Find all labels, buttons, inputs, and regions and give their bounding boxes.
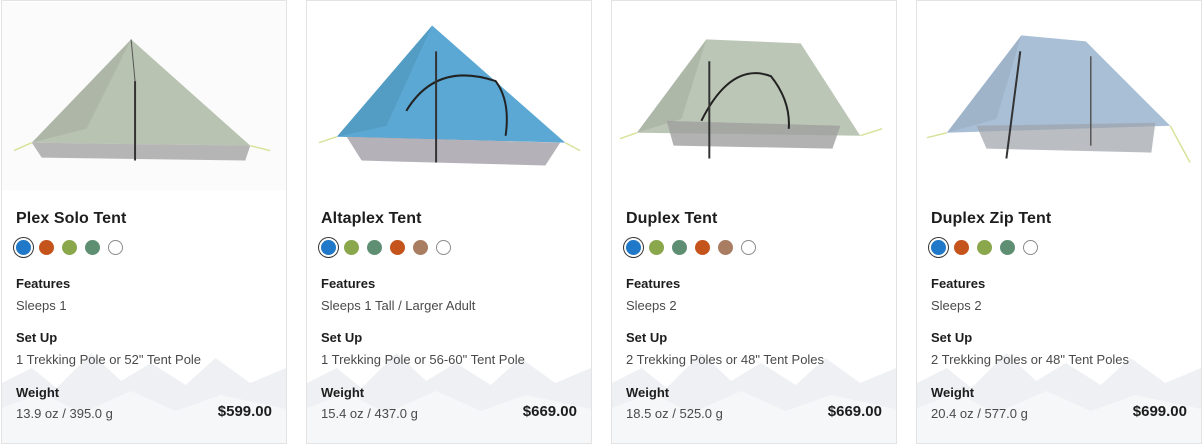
product-title[interactable]: Plex Solo Tent <box>16 210 126 228</box>
color-swatches <box>626 240 756 255</box>
color-swatch-white[interactable] <box>1023 240 1038 255</box>
price: $599.00 <box>217 403 272 420</box>
price: $669.00 <box>522 403 577 420</box>
weight-label: Weight <box>16 385 60 400</box>
weight-value: 20.4 oz / 577.0 g <box>931 406 1028 421</box>
color-swatch-orange[interactable] <box>954 240 969 255</box>
features-label: Features <box>16 276 71 291</box>
features-value: Sleeps 1 <box>16 298 67 313</box>
price: $699.00 <box>1132 403 1187 420</box>
color-swatches <box>16 240 123 255</box>
tent-product-image[interactable] <box>2 1 286 191</box>
product-card[interactable]: Plex Solo Tent Features Sleeps 1 Set Up … <box>1 0 287 444</box>
color-swatch-green[interactable] <box>85 240 100 255</box>
setup-value: 2 Trekking Poles or 48" Tent Poles <box>626 352 825 367</box>
setup-label: Set Up <box>16 330 58 345</box>
color-swatch-olive[interactable] <box>344 240 359 255</box>
price: $669.00 <box>827 403 882 420</box>
product-card[interactable]: Duplex Tent Features Sleeps 2 Set Up 2 T… <box>611 0 897 444</box>
color-swatch-orange[interactable] <box>390 240 405 255</box>
color-swatch-green[interactable] <box>1000 240 1015 255</box>
setup-label: Set Up <box>321 330 363 345</box>
color-swatches <box>321 240 451 255</box>
color-swatch-tan[interactable] <box>718 240 733 255</box>
tent-product-image[interactable] <box>917 1 1201 191</box>
color-swatch-olive[interactable] <box>62 240 77 255</box>
weight-value: 18.5 oz / 525.0 g <box>626 406 723 421</box>
product-title[interactable]: Duplex Tent <box>626 210 717 228</box>
color-swatch-green[interactable] <box>672 240 687 255</box>
color-swatch-olive[interactable] <box>649 240 664 255</box>
setup-label: Set Up <box>931 330 973 345</box>
color-swatch-blue[interactable] <box>16 240 31 255</box>
color-swatch-orange[interactable] <box>39 240 54 255</box>
setup-value: 1 Trekking Pole or 56-60" Tent Pole <box>321 352 525 367</box>
features-label: Features <box>626 276 681 291</box>
product-card[interactable]: Altaplex Tent Features Sleeps 1 Tall / L… <box>306 0 592 444</box>
weight-value: 13.9 oz / 395.0 g <box>16 406 113 421</box>
color-swatch-blue[interactable] <box>321 240 336 255</box>
color-swatch-white[interactable] <box>108 240 123 255</box>
product-grid: Plex Solo Tent Features Sleeps 1 Set Up … <box>0 0 1203 446</box>
setup-value: 1 Trekking Pole or 52" Tent Pole <box>16 352 202 367</box>
features-label: Features <box>931 276 986 291</box>
color-swatches <box>931 240 1038 255</box>
tent-product-image[interactable] <box>612 1 896 191</box>
weight-label: Weight <box>626 385 670 400</box>
weight-value: 15.4 oz / 437.0 g <box>321 406 418 421</box>
features-value: Sleeps 1 Tall / Larger Adult <box>321 298 476 313</box>
setup-value: 2 Trekking Poles or 48" Tent Poles <box>931 352 1130 367</box>
features-label: Features <box>321 276 376 291</box>
color-swatch-tan[interactable] <box>413 240 428 255</box>
tent-product-image[interactable] <box>307 1 591 191</box>
color-swatch-orange[interactable] <box>695 240 710 255</box>
color-swatch-olive[interactable] <box>977 240 992 255</box>
weight-label: Weight <box>321 385 365 400</box>
color-swatch-white[interactable] <box>741 240 756 255</box>
features-value: Sleeps 2 <box>626 298 677 313</box>
setup-label: Set Up <box>626 330 668 345</box>
weight-label: Weight <box>931 385 975 400</box>
product-card[interactable]: Duplex Zip Tent Features Sleeps 2 Set Up… <box>916 0 1202 444</box>
color-swatch-white[interactable] <box>436 240 451 255</box>
color-swatch-blue[interactable] <box>931 240 946 255</box>
product-title[interactable]: Altaplex Tent <box>321 210 422 228</box>
color-swatch-blue[interactable] <box>626 240 641 255</box>
color-swatch-green[interactable] <box>367 240 382 255</box>
product-title[interactable]: Duplex Zip Tent <box>931 210 1051 228</box>
features-value: Sleeps 2 <box>931 298 982 313</box>
